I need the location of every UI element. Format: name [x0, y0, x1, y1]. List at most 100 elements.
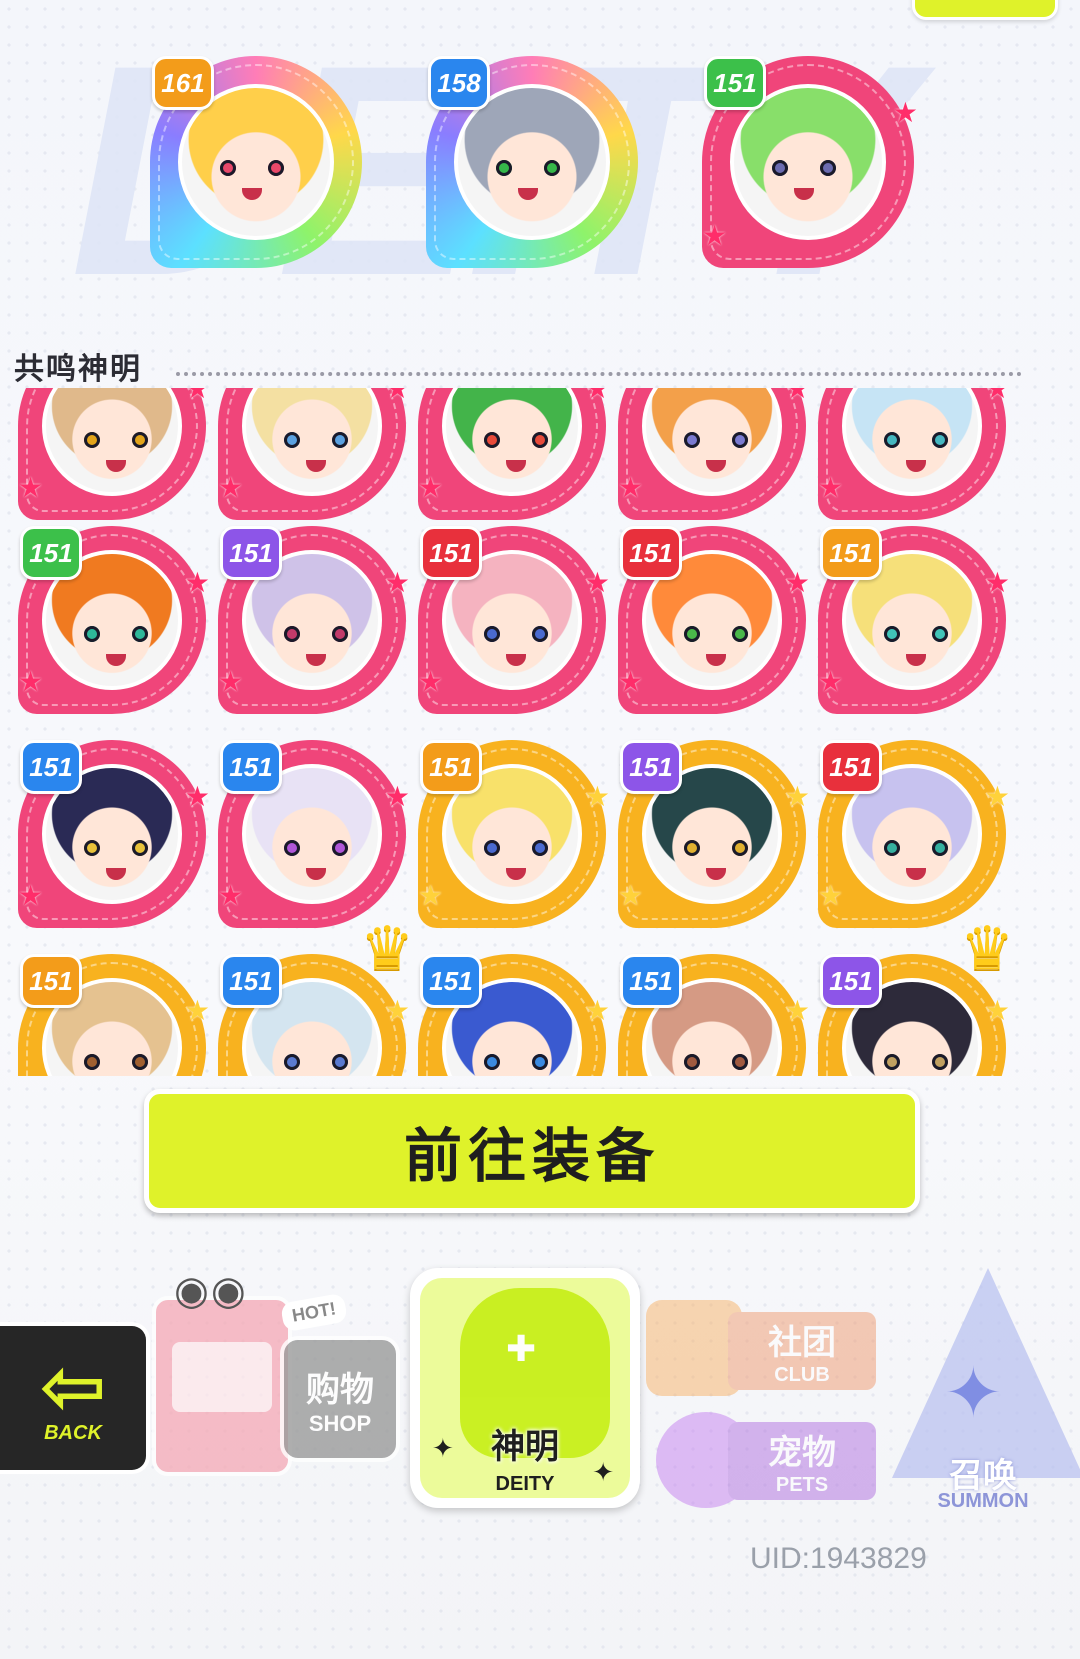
star-icon: ★	[818, 472, 844, 503]
deity-avatar-badge[interactable]: ★★151	[818, 740, 1010, 928]
star-icon: ★	[784, 995, 810, 1026]
star-icon: ★	[18, 472, 44, 503]
deity-avatar-badge[interactable]: ★ ★	[18, 388, 210, 520]
level-badge: 151	[20, 954, 82, 1008]
nav-shop[interactable]: ◉◉ HOT! 购物 SHOP	[152, 1268, 402, 1478]
level-badge: 151	[420, 526, 482, 580]
deity-avatar-badge[interactable]: ★ ★	[418, 388, 610, 520]
deity-avatar-badge[interactable]: ★ ★ 151	[618, 526, 810, 714]
shop-label-cn: 购物	[306, 1369, 374, 1410]
star-icon: ★	[184, 995, 210, 1026]
shop-eyes-icon: ◉◉	[174, 1269, 248, 1313]
hot-badge: HOT!	[279, 1292, 349, 1333]
deity-avatar-badge[interactable]: ★ ★ 151	[702, 56, 918, 268]
deity-avatar-badge[interactable]: ★ ★ 151	[18, 526, 210, 714]
level-badge: 151	[704, 56, 766, 110]
deity-avatar-badge[interactable]: ★★151♛	[218, 915, 414, 1076]
level-badge: 161	[152, 56, 214, 110]
star-icon: ★	[384, 567, 410, 598]
deity-avatar-badge[interactable]: ★★151	[418, 954, 610, 1076]
star-icon: ★	[18, 666, 44, 697]
star-icon: ★	[818, 666, 844, 697]
crown-icon: ♛	[960, 915, 1014, 982]
deity-avatar-badge[interactable]: ★ ★	[218, 388, 410, 520]
back-button[interactable]: ⇦ BACK	[0, 1322, 150, 1474]
nav-deity[interactable]: ✦ ✦ 神明 DEITY	[410, 1268, 640, 1508]
star-icon: ★	[584, 388, 610, 404]
deity-avatar-badge[interactable]: ★★151♛	[818, 915, 1014, 1076]
resonance-deity-list[interactable]: ★ ★ ★ ★ ★ ★ ★ ★ ★ ★ ★ ★ 151 ★ ★ 151 ★ ★ 151 ★ ★ 151 ★ ★ 151 ★ ★ 151…	[0, 388, 1060, 1076]
level-badge: 151	[220, 740, 282, 794]
deity-label-en: DEITY	[495, 1473, 555, 1495]
star-icon: ★	[584, 567, 610, 598]
pets-label-en: PETS	[775, 1474, 829, 1496]
level-badge: 151	[620, 954, 682, 1008]
pets-label-cn: 宠物	[768, 1433, 836, 1473]
vending-machine-icon	[152, 1296, 292, 1476]
deity-avatar-badge[interactable]: ★★151	[218, 526, 410, 714]
deity-avatar-badge[interactable]: ★★151	[818, 526, 1010, 714]
club-label-en: CLUB	[774, 1364, 830, 1386]
level-badge: 151	[20, 740, 82, 794]
star-icon: ★	[702, 220, 728, 251]
nav-pets[interactable]: 宠物 PETS	[646, 1412, 878, 1512]
deity-avatar-badge[interactable]: ★★151	[218, 740, 410, 928]
star-icon: ★	[892, 97, 918, 128]
club-tag: 社团 CLUB	[728, 1312, 876, 1390]
star-icon: ★	[984, 567, 1010, 598]
level-badge: 151	[420, 954, 482, 1008]
back-label: BACK	[44, 1421, 102, 1444]
deity-avatar-badge[interactable]: ★ ★	[818, 388, 1010, 520]
star-icon: ★	[984, 388, 1010, 404]
star-icon: ★	[184, 567, 210, 598]
level-badge: 151	[620, 526, 682, 580]
crown-icon: ♛	[360, 915, 414, 982]
level-badge: 151	[20, 526, 82, 580]
star-icon: ★	[784, 567, 810, 598]
top-tab-button[interactable]	[912, 0, 1058, 20]
star-icon: ★	[218, 472, 244, 503]
shop-label-en: SHOP	[308, 1410, 372, 1436]
star-icon: ★	[584, 995, 610, 1026]
pets-tag: 宠物 PETS	[728, 1422, 876, 1500]
shop-tag: 购物 SHOP	[280, 1336, 400, 1462]
star-icon: ★	[418, 880, 444, 911]
star-icon: ★	[218, 880, 244, 911]
star-icon: ★	[984, 781, 1010, 812]
level-badge: 158	[428, 56, 490, 110]
star-icon: ★	[584, 781, 610, 812]
star-icon: ★	[784, 388, 810, 404]
level-badge: 151	[620, 740, 682, 794]
deity-avatar-badge[interactable]: ★★151	[18, 740, 210, 928]
star-icon: ★	[984, 995, 1010, 1026]
star-icon: ★	[418, 666, 444, 697]
deity-avatar-badge[interactable]: ★★151	[618, 740, 810, 928]
star-icon: ★	[618, 666, 644, 697]
star-icon: ★	[384, 995, 410, 1026]
star-icon: ★	[218, 666, 244, 697]
deity-avatar-badge[interactable]: 161	[150, 56, 362, 268]
deity-avatar-badge[interactable]: ★★151	[618, 954, 810, 1076]
deity-avatar-badge[interactable]: ★ ★ 151	[418, 740, 610, 928]
deity-avatar-badge[interactable]: ★ ★ 151	[418, 526, 610, 714]
star-icon: ★	[418, 472, 444, 503]
back-arrow-icon: ⇦	[39, 1341, 107, 1431]
summon-label-en: SUMMON	[937, 1490, 1029, 1512]
nav-club[interactable]: 社团 CLUB	[646, 1300, 878, 1400]
deity-avatar-badge[interactable]: ★★151	[18, 954, 210, 1076]
level-badge: 151	[420, 740, 482, 794]
star-icon: ★	[618, 880, 644, 911]
level-badge: 151	[820, 954, 882, 1008]
go-equip-button[interactable]: 前往装备	[144, 1089, 920, 1213]
star-icon: ★	[618, 472, 644, 503]
level-badge: 151	[820, 740, 882, 794]
summon-star-icon: ✦	[944, 1354, 1003, 1432]
star-icon: ★	[184, 388, 210, 404]
deity-avatar-badge[interactable]: ★ ★	[618, 388, 810, 520]
deity-label-cn: 神明	[491, 1427, 559, 1467]
nav-summon[interactable]: ✦ 召唤 SUMMON	[886, 1268, 1080, 1518]
deity-avatar-badge[interactable]: 158	[426, 56, 638, 268]
section-divider	[176, 372, 1022, 376]
star-icon: ★	[184, 781, 210, 812]
section-title: 共鸣神明	[14, 352, 142, 387]
